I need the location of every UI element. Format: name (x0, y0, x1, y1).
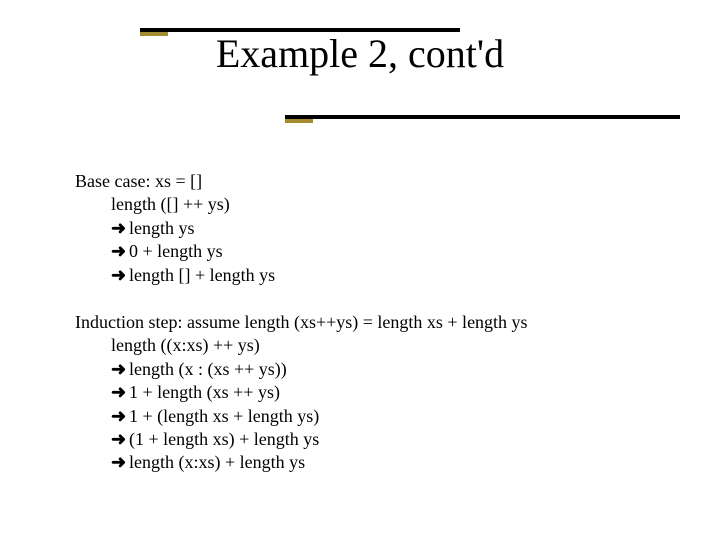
arrow-icon: ➜ (111, 240, 129, 263)
arrow-icon: ➜ (111, 428, 129, 451)
title-container: Example 2, cont'd (0, 30, 720, 77)
arrow-icon: ➜ (111, 451, 129, 474)
induction-derivation: ➜(1 + length xs) + length ys (111, 428, 680, 451)
induction-text: 1 + length (xs ++ ys) (129, 382, 280, 402)
arrow-icon: ➜ (111, 381, 129, 404)
base-case-derivation: ➜length [] + length ys (111, 264, 680, 287)
arrow-icon: ➜ (111, 358, 129, 381)
arrow-icon: ➜ (111, 217, 129, 240)
title-rule-bottom-accent (285, 119, 313, 123)
induction-derivation: ➜length (x:xs) + length ys (111, 451, 680, 474)
slide: Example 2, cont'd Base case: xs = [] len… (0, 0, 720, 540)
induction-derivation: ➜length (x : (xs ++ ys)) (111, 358, 680, 381)
title-rule-bottom (285, 115, 680, 119)
arrow-icon: ➜ (111, 405, 129, 428)
slide-title: Example 2, cont'd (216, 31, 504, 76)
base-case-block: Base case: xs = [] length ([] ++ ys) ➜le… (75, 170, 680, 287)
induction-step-block: Induction step: assume length (xs++ys) =… (75, 311, 680, 475)
base-case-step: length ([] ++ ys) (111, 193, 680, 216)
base-case-lead: Base case: xs = [] (75, 170, 680, 193)
base-case-text: length ys (129, 218, 195, 238)
induction-text: length (x:xs) + length ys (129, 452, 305, 472)
induction-derivation: ➜1 + length (xs ++ ys) (111, 381, 680, 404)
induction-text: (1 + length xs) + length ys (129, 429, 319, 449)
base-case-derivation: ➜length ys (111, 217, 680, 240)
induction-text: 1 + (length xs + length ys) (129, 406, 319, 426)
arrow-icon: ➜ (111, 264, 129, 287)
induction-text: length (x : (xs ++ ys)) (129, 359, 287, 379)
base-case-derivation: ➜0 + length ys (111, 240, 680, 263)
base-case-text: 0 + length ys (129, 241, 223, 261)
induction-derivation: ➜1 + (length xs + length ys) (111, 405, 680, 428)
base-case-text: length [] + length ys (129, 265, 275, 285)
induction-lead: Induction step: assume length (xs++ys) =… (75, 311, 680, 334)
slide-content: Base case: xs = [] length ([] ++ ys) ➜le… (75, 170, 680, 499)
induction-step: length ((x:xs) ++ ys) (111, 334, 680, 357)
